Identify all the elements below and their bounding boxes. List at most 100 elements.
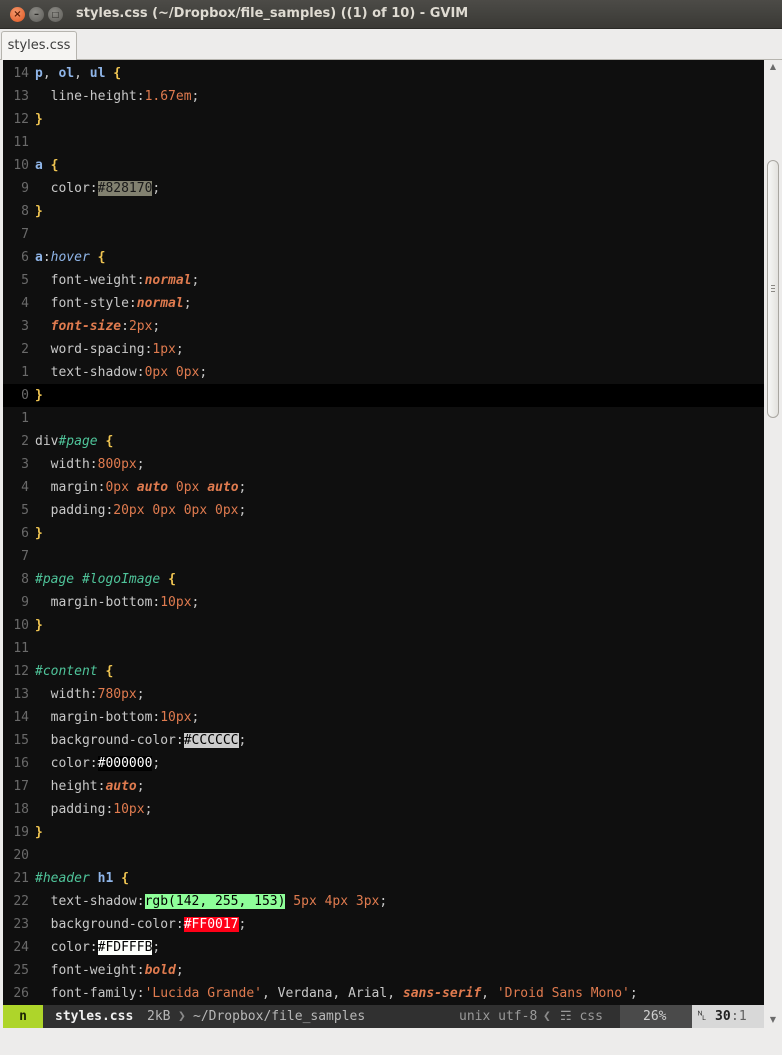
line-number: 15 (13, 733, 29, 748)
code-token: : (42, 250, 51, 265)
code-line[interactable]: 12 #content { (3, 660, 764, 683)
code-text: font-weight:normal; (35, 269, 200, 292)
code-line[interactable]: 1 (3, 407, 764, 430)
code-line[interactable]: 8 #page #logoImage { (3, 568, 764, 591)
code-token: : (121, 319, 129, 334)
code-line[interactable]: 14 p, ol, ul { (3, 62, 764, 85)
code-text: width:800px; (35, 453, 145, 476)
code-line[interactable]: 7 (3, 223, 764, 246)
code-line[interactable]: 23 background-color:#FF0017; (3, 913, 764, 936)
code-line[interactable]: 4 margin:0px auto 0px auto; (3, 476, 764, 499)
code-line[interactable]: 19} (3, 821, 764, 844)
code-token: #page #logoImage (35, 572, 161, 587)
code-token: bold (144, 963, 176, 978)
code-line[interactable]: 6} (3, 522, 764, 545)
code-token: : (136, 89, 145, 104)
code-line[interactable]: 6 a:hover { (3, 246, 764, 269)
maximize-window-button[interactable]: □ (48, 7, 63, 22)
code-line[interactable]: 5 font-weight:normal; (3, 269, 764, 292)
code-token: , Verdana, Arial, (261, 986, 403, 1001)
color-swatch-token: #828170 (97, 181, 153, 196)
title-bar: × – □ styles.css (~/Dropbox/file_samples… (0, 0, 782, 29)
code-text: width:780px; (35, 683, 145, 706)
code-line[interactable]: 8} (3, 200, 764, 223)
code-token: normal (144, 273, 192, 288)
code-token: ; (238, 503, 247, 518)
vertical-scrollbar[interactable]: ▲ ▼ (764, 60, 782, 1027)
code-line[interactable]: 26 font-family:'Lucida Grande', Verdana,… (3, 982, 764, 1005)
code-line[interactable]: 5 padding:20px 0px 0px 0px; (3, 499, 764, 522)
line-number: 2 (21, 434, 29, 449)
code-token: ; (144, 802, 153, 817)
line-number: 2 (21, 342, 29, 357)
code-line[interactable]: 0} (3, 384, 764, 407)
status-filesize: 2kB (147, 1009, 171, 1024)
code-token: ; (629, 986, 638, 1001)
line-number: 9 (21, 181, 29, 196)
tab-styles-css[interactable]: styles.css (1, 31, 77, 60)
code-text: word-spacing:1px; (35, 338, 184, 361)
status-line: n styles.css 2kB ❯ ~/Dropbox/file_sample… (3, 1005, 764, 1028)
code-line[interactable]: 25 font-weight:bold; (3, 959, 764, 982)
code-line[interactable]: 17 height:auto; (3, 775, 764, 798)
code-line[interactable]: 13 line-height:1.67em; (3, 85, 764, 108)
editor-area: 14 p, ol, ul {13 line-height:1.67em; 12} 11… (0, 60, 782, 1055)
color-swatch-token: #000000 (97, 756, 153, 771)
code-text: padding:20px 0px 0px 0px; (35, 499, 247, 522)
code-token: { (168, 572, 176, 587)
color-swatch-token: #FF0017 (183, 917, 239, 932)
separator-left-icon: ❮ (543, 1009, 551, 1024)
code-line[interactable]: 2 div#page { (3, 430, 764, 453)
code-line[interactable]: 9 color:#828170; (3, 177, 764, 200)
code-line[interactable]: 9 margin-bottom:10px; (3, 591, 764, 614)
code-line[interactable]: 3 font-size:2px; (3, 315, 764, 338)
code-line[interactable]: 12} (3, 108, 764, 131)
minimize-window-button[interactable]: – (29, 7, 44, 22)
line-number: 8 (21, 204, 29, 219)
code-line[interactable]: 14 margin-bottom:10px; (3, 706, 764, 729)
code-line[interactable]: 1 text-shadow:0px 0px; (3, 361, 764, 384)
code-line[interactable]: 18 padding:10px; (3, 798, 764, 821)
code-line[interactable]: 11 (3, 131, 764, 154)
code-line[interactable]: 16 color:#000000; (3, 752, 764, 775)
line-number: 11 (13, 641, 29, 656)
code-token: 1px (152, 342, 176, 357)
code-text: #page #logoImage { (35, 568, 176, 591)
code-token: ; (191, 710, 200, 725)
code-line[interactable]: 3 width:800px; (3, 453, 764, 476)
code-line[interactable]: 11 (3, 637, 764, 660)
code-line[interactable]: 22 text-shadow:rgb(142, 255, 153) 5px 4p… (3, 890, 764, 913)
code-token: { (97, 250, 106, 265)
code-line[interactable]: 15 background-color:#CCCCCC; (3, 729, 764, 752)
code-line[interactable]: 4 font-style:normal; (3, 292, 764, 315)
line-number: 20 (13, 848, 29, 863)
scroll-up-arrow-icon[interactable]: ▲ (768, 62, 778, 72)
code-line[interactable]: 10} (3, 614, 764, 637)
close-window-button[interactable]: × (10, 7, 25, 22)
code-line[interactable]: 24 color:#FDFFFB; (3, 936, 764, 959)
code-text: color:#FDFFFB; (35, 936, 160, 959)
line-number: 6 (21, 526, 29, 541)
code-text: } (35, 614, 43, 637)
line-number: 25 (13, 963, 29, 978)
scrollbar-thumb[interactable] (767, 160, 779, 418)
code-token: { (113, 66, 122, 81)
code-line[interactable]: 2 word-spacing:1px; (3, 338, 764, 361)
code-line[interactable]: 20 (3, 844, 764, 867)
scroll-down-arrow-icon[interactable]: ▼ (768, 1015, 778, 1025)
code-token: background-color (35, 917, 176, 932)
code-line[interactable]: 10 a { (3, 154, 764, 177)
code-token: ; (238, 917, 247, 932)
line-number: 19 (13, 825, 29, 840)
code-token: : (89, 756, 98, 771)
code-line[interactable]: 21 #header h1 { (3, 867, 764, 890)
code-line[interactable]: 13 width:780px; (3, 683, 764, 706)
code-text: } (35, 108, 43, 131)
code-line[interactable]: 7 (3, 545, 764, 568)
code-token: : (136, 365, 145, 380)
line-number: 4 (21, 480, 29, 495)
code-editor[interactable]: 14 p, ol, ul {13 line-height:1.67em; 12} 11… (3, 60, 764, 1027)
code-token: { (121, 871, 129, 886)
window-title: styles.css (~/Dropbox/file_samples) ((1)… (76, 6, 469, 21)
